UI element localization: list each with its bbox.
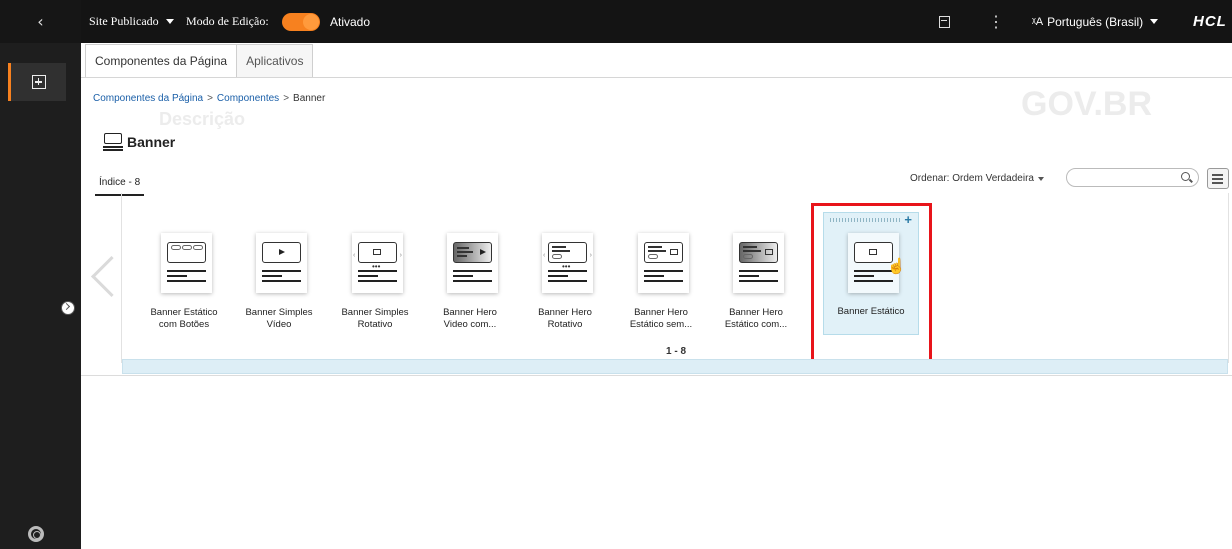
component-label: Banner Hero Rotativo	[538, 307, 592, 330]
ghost-title: Descrição	[159, 109, 246, 129]
breadcrumb-current: Banner	[293, 93, 326, 104]
help-icon[interactable]	[28, 526, 44, 542]
chevron-down-icon	[1150, 19, 1159, 24]
banner-video-icon	[256, 233, 307, 293]
carousel-prev-button[interactable]	[88, 256, 114, 304]
sort-select[interactable]: Ordenar: Ordem Verdadeira	[910, 173, 1044, 184]
site-select[interactable]: Site Publicado	[89, 0, 174, 43]
edit-mode-state: Ativado	[330, 14, 371, 29]
image-icon	[869, 249, 877, 255]
left-rail: ‹	[0, 0, 81, 549]
component-card[interactable]: ••• ‹ › Banner Simples Rotativo	[332, 233, 418, 343]
language-select[interactable]: ᵡA Português (Brasil)	[1032, 0, 1159, 43]
page-title: Banner	[103, 133, 175, 151]
banner-carousel-icon: ••• ‹ ›	[352, 233, 403, 293]
chevron-down-icon	[1037, 176, 1044, 181]
component-label: Banner Estático	[837, 306, 905, 317]
component-card[interactable]: Banner Estático com Botões	[141, 233, 227, 343]
toggle-switch[interactable]	[282, 12, 320, 31]
add-component-button[interactable]	[8, 63, 66, 101]
banner-hero-static-dark-icon	[733, 233, 784, 293]
component-label: Banner Simples Rotativo	[341, 307, 409, 330]
more-options-icon[interactable]: ⋮	[988, 0, 1004, 43]
image-icon	[373, 249, 381, 255]
sort-value: Ordem Verdadeira	[952, 173, 1034, 184]
component-label: Banner Hero Estático sem...	[629, 307, 693, 330]
sort-label: Ordenar:	[910, 173, 950, 184]
view-toggle-button[interactable]	[1207, 168, 1229, 189]
translate-icon: ᵡA	[1032, 15, 1044, 28]
component-card-selected[interactable]: Banner Estático	[828, 233, 914, 343]
image-icon	[670, 249, 678, 255]
preview-icon	[939, 15, 950, 28]
language-label: Português (Brasil)	[1047, 14, 1144, 29]
chevron-left-icon: ‹	[37, 12, 44, 31]
image-icon	[765, 249, 773, 255]
breadcrumb: Componentes da Página > Componentes > Banner	[93, 93, 325, 104]
play-icon	[279, 249, 285, 255]
banner-icon	[103, 133, 123, 151]
ghost-logo: GOV.BR	[1021, 85, 1153, 123]
site-select-label: Site Publicado	[89, 14, 159, 28]
banner-buttons-icon	[161, 233, 212, 293]
hand-cursor-icon: ☝	[887, 258, 906, 275]
component-label: Banner Estático com Botões	[150, 307, 218, 330]
content-area: Descrição GOV.BR Componentes da Página A…	[61, 43, 1232, 549]
expand-button[interactable]	[61, 301, 75, 315]
page-title-text: Banner	[127, 134, 176, 150]
pagination-label: 1 - 8	[666, 346, 687, 357]
tabs-divider	[81, 77, 1232, 78]
breadcrumb-separator: >	[207, 93, 213, 104]
brand-logo: HCL	[1193, 13, 1227, 30]
component-card[interactable]: ••• ‹ › Banner Hero Rotativo	[522, 233, 608, 343]
banner-hero-video-icon	[447, 233, 498, 293]
chevron-down-icon	[165, 19, 174, 24]
component-card[interactable]: Banner Hero Estático com...	[713, 233, 799, 343]
back-button[interactable]: ‹	[0, 0, 81, 43]
tab-page-components[interactable]: Componentes da Página	[85, 44, 238, 77]
search-icon[interactable]	[1181, 172, 1190, 181]
add-box-icon	[31, 75, 46, 89]
breadcrumb-link-components[interactable]: Componentes	[217, 93, 279, 104]
component-card[interactable]: Banner Hero Estático sem...	[618, 233, 704, 343]
component-label: Banner Hero Estático com...	[724, 307, 788, 330]
search-input[interactable]	[1066, 168, 1199, 187]
component-card[interactable]: Banner Hero Video com...	[427, 233, 513, 343]
expand-arrow-icon	[61, 301, 75, 315]
preview-button[interactable]	[939, 0, 950, 43]
app-window: ‹ Site Publicado Modo de Edição: Ativado…	[0, 0, 1232, 549]
top-bar: Site Publicado Modo de Edição: Ativado ⋮…	[81, 0, 1232, 43]
component-label: Banner Hero Video com...	[443, 307, 497, 330]
play-icon	[480, 249, 486, 255]
tab-applications[interactable]: Aplicativos	[237, 44, 314, 77]
index-tab[interactable]: Índice - 8	[95, 177, 145, 196]
drop-zone[interactable]	[122, 359, 1228, 374]
breadcrumb-separator: >	[283, 93, 290, 104]
banner-hero-static-icon	[638, 233, 689, 293]
components-panel: Descrição GOV.BR Componentes da Página A…	[61, 43, 1232, 376]
carousel-right-divider	[1228, 193, 1229, 363]
edit-mode-label: Modo de Edição:	[186, 14, 269, 28]
edit-mode-toggle[interactable]: Ativado	[274, 0, 370, 43]
panel-tabs: Componentes da Página Aplicativos	[85, 44, 314, 77]
breadcrumb-link-page-components[interactable]: Componentes da Página	[93, 93, 203, 104]
component-label: Banner Simples Vídeo	[245, 307, 313, 330]
banner-hero-carousel-icon: ••• ‹ ›	[542, 233, 593, 293]
component-card[interactable]: Banner Simples Vídeo	[236, 233, 322, 343]
